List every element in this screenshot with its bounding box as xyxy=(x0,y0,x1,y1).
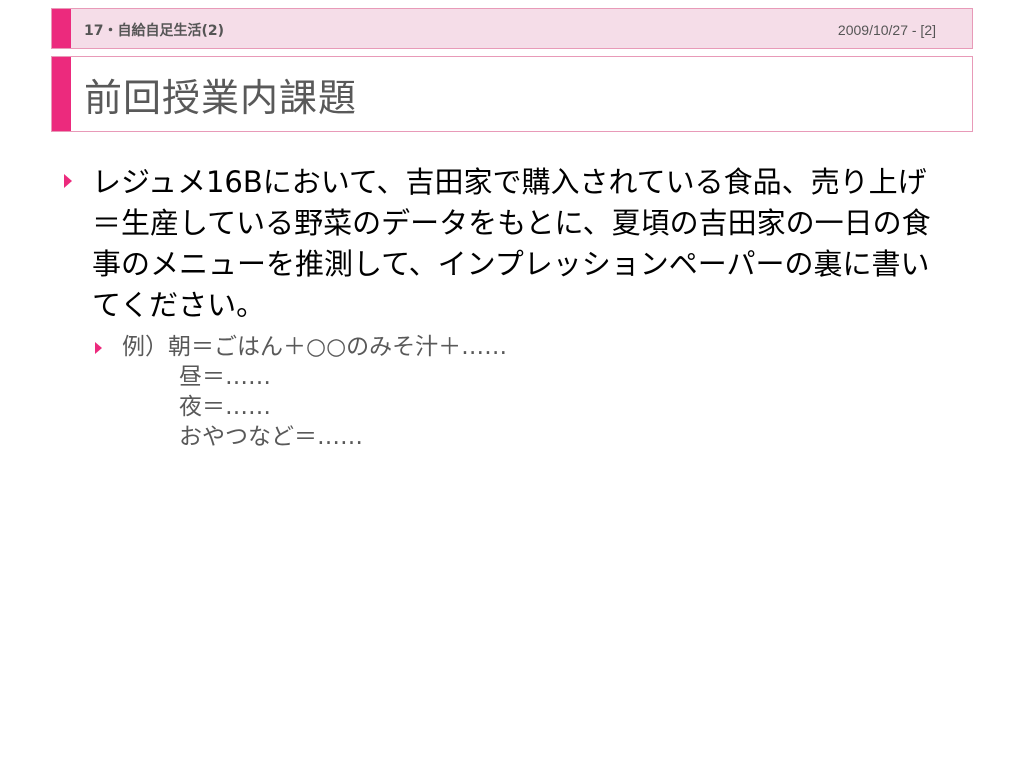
bullet-text: レジュメ16Bにおいて、吉田家で購入されている食品、売り上げ＝生産している野菜の… xyxy=(92,165,931,322)
header-bar: 17・自給自足生活(2) 2009/10/27 - [2] xyxy=(51,8,973,49)
title-accent-stripe xyxy=(52,57,71,131)
header-accent-stripe xyxy=(52,9,71,48)
bullet-arrow-icon xyxy=(64,174,72,188)
sub-bullet-lines: 例）朝＝ごはん＋○○のみそ汁＋…… 昼＝…… 夜＝…… おやつなど＝…… xyxy=(122,332,962,452)
bullet-item: レジュメ16Bにおいて、吉田家で購入されている食品、売り上げ＝生産している野菜の… xyxy=(62,162,962,326)
slide-content: レジュメ16Bにおいて、吉田家で購入されている食品、売り上げ＝生産している野菜の… xyxy=(62,162,962,452)
date-page-label: 2009/10/27 - [2] xyxy=(837,22,936,38)
sub-bullet-item: 例）朝＝ごはん＋○○のみそ汁＋…… 昼＝…… 夜＝…… おやつなど＝…… xyxy=(62,332,962,452)
slide-title: 前回授業内課題 xyxy=(84,76,358,120)
section-label: 17・自給自足生活(2) xyxy=(84,23,225,39)
sub-bullet-arrow-icon xyxy=(95,342,102,354)
example-line-dinner: 夜＝…… xyxy=(179,394,271,420)
example-line-breakfast: 例）朝＝ごはん＋○○のみそ汁＋…… xyxy=(122,334,508,360)
example-line-snack: おやつなど＝…… xyxy=(179,424,363,450)
slide: 17・自給自足生活(2) 2009/10/27 - [2] 前回授業内課題 レジ… xyxy=(0,0,1024,768)
title-bar: 前回授業内課題 xyxy=(51,56,973,132)
example-line-lunch: 昼＝…… xyxy=(179,364,271,390)
